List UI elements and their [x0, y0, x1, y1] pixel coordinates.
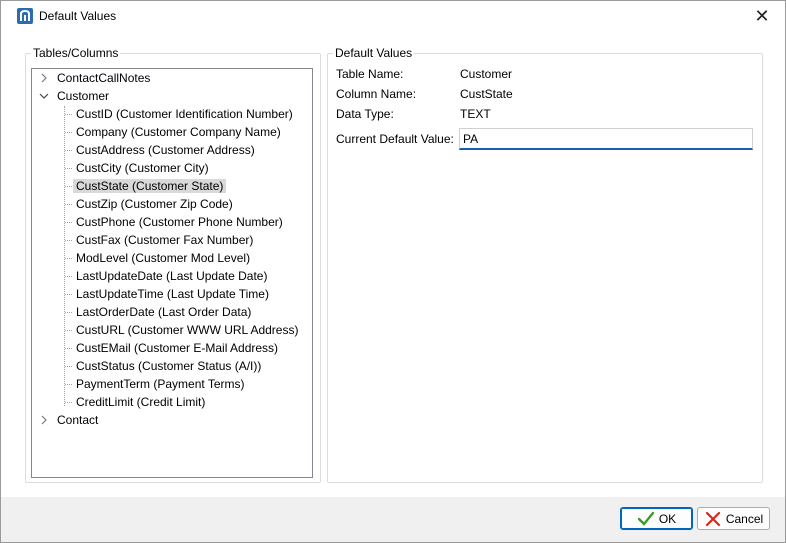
tables-columns-legend: Tables/Columns	[33, 46, 119, 60]
cancel-button-label: Cancel	[725, 511, 764, 526]
tree-leaf-label: CustAddress (Customer Address)	[76, 143, 255, 157]
tree-leaf-custstate[interactable]: CustState (Customer State)	[73, 177, 227, 195]
tree-leaf-label: CustFax (Customer Fax Number)	[76, 233, 254, 247]
tree-connector	[65, 348, 72, 349]
tree-leaf-custemail[interactable]: CustEMail (Customer E-Mail Address)	[73, 339, 281, 357]
tree-leaf-label: CustCity (Customer City)	[76, 161, 209, 175]
column-name-label: Column Name:	[336, 87, 417, 101]
tree-connector	[65, 312, 72, 313]
tree-connector	[65, 276, 72, 277]
app-icon	[17, 8, 33, 24]
tree-leaf-custcity[interactable]: CustCity (Customer City)	[73, 159, 212, 177]
current-default-input[interactable]	[459, 128, 753, 150]
close-button[interactable]: ✕	[739, 1, 785, 32]
table-name-label: Table Name:	[336, 67, 404, 81]
tree-leaf-label: LastOrderDate (Last Order Data)	[76, 305, 252, 319]
tree-connector	[65, 204, 72, 205]
tree-leaf-label: CustZip (Customer Zip Code)	[76, 197, 233, 211]
tree-leaf-label: CustPhone (Customer Phone Number)	[76, 215, 283, 229]
column-name-value: CustState	[460, 87, 513, 101]
tree-leaf-label: PaymentTerm (Payment Terms)	[76, 377, 245, 391]
checkmark-icon	[637, 511, 655, 526]
button-bar: OK Cancel	[1, 497, 785, 542]
tree-guide-line	[64, 106, 65, 406]
tree-connector	[65, 330, 72, 331]
tree-connector	[65, 402, 72, 403]
tree-connector	[65, 186, 72, 187]
tree-leaf-custphone[interactable]: CustPhone (Customer Phone Number)	[73, 213, 286, 231]
chevron-right-icon[interactable]	[39, 69, 49, 87]
tree-leaf-label: Company (Customer Company Name)	[76, 125, 281, 139]
tree-leaf-custstatus[interactable]: CustStatus (Customer Status (A/I))	[73, 357, 264, 375]
window-title: Default Values	[39, 9, 117, 23]
data-type-label: Data Type:	[336, 107, 394, 121]
tree-connector	[65, 294, 72, 295]
tree-leaf-lastupdatedate[interactable]: LastUpdateDate (Last Update Date)	[73, 267, 270, 285]
tree-leaf-creditlimit[interactable]: CreditLimit (Credit Limit)	[73, 393, 208, 411]
tree-leaf-custid[interactable]: CustID (Customer Identification Number)	[73, 105, 296, 123]
tree-leaf-lastorderdate[interactable]: LastOrderDate (Last Order Data)	[73, 303, 254, 321]
close-icon: ✕	[754, 6, 770, 26]
tree-leaf-label: CustState (Customer State)	[73, 179, 227, 193]
tree-leaf-label: CustURL (Customer WWW URL Address)	[76, 323, 299, 337]
tree-leaf-paymentterm[interactable]: PaymentTerm (Payment Terms)	[73, 375, 248, 393]
tree-leaf-label: CustEMail (Customer E-Mail Address)	[76, 341, 279, 355]
tree-leaf-label: LastUpdateDate (Last Update Date)	[76, 269, 268, 283]
tree-node-label: Contact	[57, 413, 99, 427]
tree-leaf-label: CreditLimit (Credit Limit)	[76, 395, 206, 409]
tree-leaf-label: CustID (Customer Identification Number)	[76, 107, 293, 121]
tree-connector	[65, 240, 72, 241]
tree-leaf-custzip[interactable]: CustZip (Customer Zip Code)	[73, 195, 236, 213]
tree-connector	[65, 366, 72, 367]
current-default-label: Current Default Value:	[336, 132, 454, 146]
tree-leaf-lastupdatetime[interactable]: LastUpdateTime (Last Update Time)	[73, 285, 272, 303]
chevron-right-icon[interactable]	[39, 411, 49, 429]
tree-leaf-custfax[interactable]: CustFax (Customer Fax Number)	[73, 231, 256, 249]
tree-leaf-custurl[interactable]: CustURL (Customer WWW URL Address)	[73, 321, 301, 339]
dialog-window: Default Values ✕ Tables/Columns Default …	[0, 0, 786, 543]
tree-leaf-custaddress[interactable]: CustAddress (Customer Address)	[73, 141, 258, 159]
tree-node-label: Customer	[57, 89, 110, 103]
tree-node-label: ContactCallNotes	[57, 71, 151, 85]
data-type-value: TEXT	[460, 107, 491, 121]
tree-leaf-company[interactable]: Company (Customer Company Name)	[73, 123, 284, 141]
chevron-down-icon[interactable]	[39, 87, 49, 105]
tree-connector	[65, 168, 72, 169]
tree-leaf-label: LastUpdateTime (Last Update Time)	[76, 287, 269, 301]
cancel-button[interactable]: Cancel	[697, 507, 770, 530]
x-icon	[705, 511, 720, 526]
ok-button-label: OK	[658, 511, 677, 526]
tree-leaf-modlevel[interactable]: ModLevel (Customer Mod Level)	[73, 249, 253, 267]
ok-button[interactable]: OK	[620, 507, 693, 530]
tree-connector	[65, 132, 72, 133]
tree-connector	[65, 150, 72, 151]
tree-leaf-label: CustStatus (Customer Status (A/I))	[76, 359, 262, 373]
title-bar[interactable]: Default Values ✕	[1, 1, 785, 32]
tree-connector	[65, 258, 72, 259]
table-name-value: Customer	[460, 67, 513, 81]
tree-leaf-label: ModLevel (Customer Mod Level)	[76, 251, 251, 265]
tree-connector	[65, 384, 72, 385]
tree-connector	[65, 114, 72, 115]
tree-connector	[65, 222, 72, 223]
default-values-legend: Default Values	[335, 46, 413, 60]
